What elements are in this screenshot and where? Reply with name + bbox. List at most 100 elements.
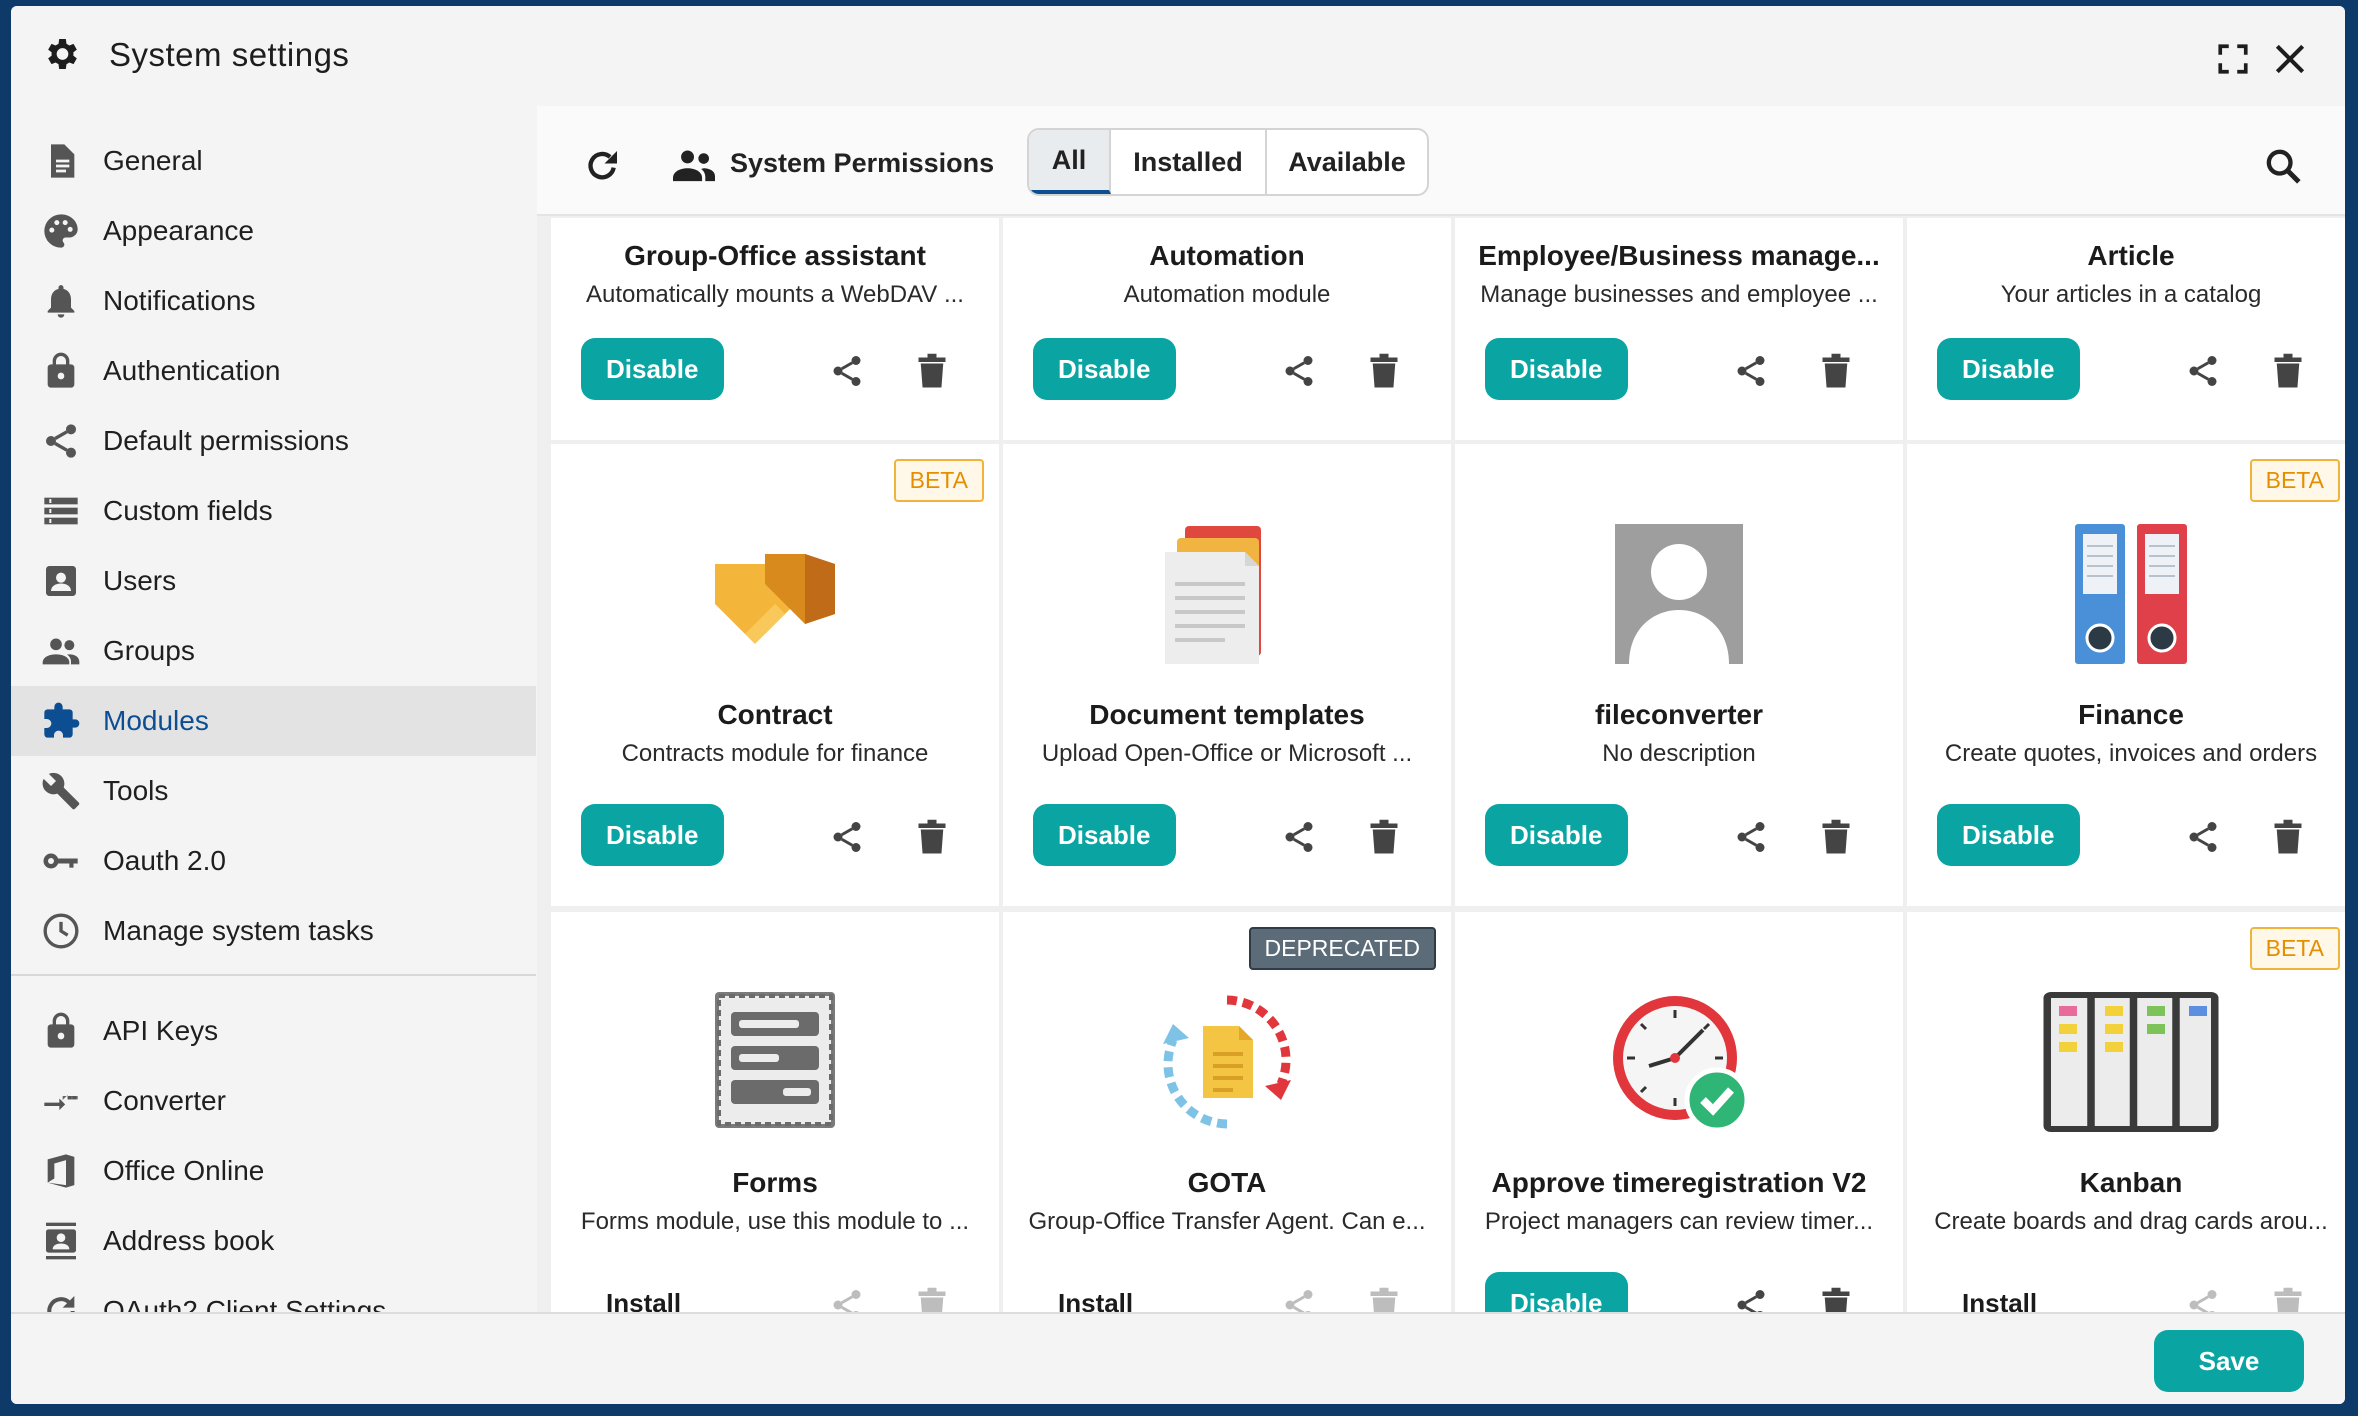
tab-installed[interactable]: Installed [1111,130,1267,194]
install-button[interactable]: Install [1937,1272,2062,1313]
trash-icon[interactable] [1369,353,1399,389]
sidebar-item-general[interactable]: General [11,126,536,196]
trash-icon[interactable] [1369,819,1399,855]
sidebar-item-oauth2-client[interactable]: OAuth2 Client Settings [11,1276,536,1312]
beta-badge: BETA [2249,927,2340,970]
disable-button[interactable]: Disable [581,804,724,866]
sidebar-item-tools[interactable]: Tools [11,756,536,826]
module-title: Article [2087,240,2175,271]
tab-all[interactable]: All [1029,130,1111,194]
sidebar-item-notifications[interactable]: Notifications [11,266,536,336]
sidebar-item-default-permissions[interactable]: Default permissions [11,406,536,476]
share-icon [1285,1290,1313,1312]
sidebar-item-office-online[interactable]: Office Online [11,1136,536,1206]
list-icon [44,497,78,525]
module-filter-tabs: All Installed Available [1027,128,1429,196]
refresh-icon[interactable] [582,146,622,186]
module-description: Group-Office Transfer Agent. Can e... [1028,1208,1426,1235]
search-icon[interactable] [2263,146,2303,186]
install-button[interactable]: Install [1033,1272,1158,1313]
share-icon[interactable] [2185,353,2221,389]
trash-icon[interactable] [1821,353,1851,389]
sidebar: General Appearance Notifications Authent… [11,106,536,1312]
module-title: Contract [717,699,833,730]
save-button[interactable]: Save [2154,1330,2304,1392]
sidebar-item-label: Notifications [103,285,256,316]
sidebar-item-label: Address book [103,1225,275,1256]
trash-icon [1370,1287,1398,1312]
share-icon[interactable] [2185,819,2221,855]
office-icon [47,1154,75,1188]
sidebar-item-users[interactable]: Users [11,546,536,616]
module-description: Your articles in a catalog [2000,281,2262,308]
user-avatar-icon [1615,524,1743,664]
sidebar-item-appearance[interactable]: Appearance [11,196,536,266]
sidebar-item-custom-fields[interactable]: Custom fields [11,476,536,546]
puzzle-icon [44,702,80,738]
contact-book-icon [46,1222,76,1260]
sidebar-item-label: Tools [103,775,169,806]
document-stack-icon [1165,526,1261,664]
module-card: BETA Kanban Create boards and drag cards… [1907,912,2345,1312]
share-icon [833,1290,861,1312]
sidebar-item-oauth[interactable]: Oauth 2.0 [11,826,536,896]
trash-icon[interactable] [917,819,947,855]
trash-icon[interactable] [917,353,947,389]
system-permissions-button[interactable]: System Permissions [730,148,994,179]
binders-icon [2075,524,2187,664]
trash-icon[interactable] [1821,1287,1851,1312]
module-card: Group-Office assistant Automatically mou… [551,218,999,440]
refresh-icon [47,1296,75,1312]
module-description: Automatically mounts a WebDAV ... [586,281,964,308]
disable-button[interactable]: Disable [1033,804,1176,866]
disable-button[interactable]: Disable [1485,338,1628,400]
module-title: Employee/Business manage... [1478,240,1880,271]
share-icon[interactable] [1733,1287,1769,1312]
tab-available[interactable]: Available [1267,130,1427,194]
trash-icon[interactable] [2273,819,2303,855]
module-title: Approve timeregistration V2 [1491,1167,1867,1198]
module-card: Article Your articles in a catalog Disab… [1907,218,2345,440]
sidebar-item-label: Users [103,565,177,596]
sidebar-item-authentication[interactable]: Authentication [11,336,536,406]
trash-icon [2274,1287,2302,1312]
sidebar-item-api-keys[interactable]: API Keys [11,996,536,1066]
modules-panel: System Permissions All Installed Availab… [537,106,2345,1312]
fullscreen-icon[interactable] [2216,42,2250,76]
beta-badge: BETA [2249,459,2340,502]
sidebar-item-system-tasks[interactable]: Manage system tasks [11,896,536,966]
people-icon [42,638,80,665]
module-card: Approve timeregistration V2 Project mana… [1455,912,1903,1312]
module-description: Manage businesses and employee ... [1480,281,1878,308]
sidebar-item-modules[interactable]: Modules [11,686,536,756]
user-card-icon [46,566,76,596]
window-title: System settings [109,36,350,73]
share-icon[interactable] [1281,353,1317,389]
trash-icon[interactable] [2273,353,2303,389]
module-title: Finance [2078,699,2184,730]
converter-icon [44,1095,78,1111]
share-icon[interactable] [829,819,865,855]
sidebar-item-groups[interactable]: Groups [11,616,536,686]
share-icon[interactable] [1733,819,1769,855]
deprecated-badge: DEPRECATED [1248,927,1436,970]
sidebar-item-address-book[interactable]: Address book [11,1206,536,1276]
kanban-board-icon [2043,992,2219,1132]
clock-icon [43,913,79,949]
disable-button[interactable]: Disable [1033,338,1176,400]
close-icon[interactable] [2271,40,2309,78]
share-icon[interactable] [829,353,865,389]
sidebar-item-converter[interactable]: Converter [11,1066,536,1136]
disable-button[interactable]: Disable [1937,338,2080,400]
share-icon[interactable] [1281,819,1317,855]
module-title: GOTA [1187,1167,1267,1198]
disable-button[interactable]: Disable [1485,804,1628,866]
trash-icon[interactable] [1821,819,1851,855]
sidebar-item-label: API Keys [103,1015,219,1046]
disable-button[interactable]: Disable [1485,1272,1628,1312]
disable-button[interactable]: Disable [1937,804,2080,866]
people-icon[interactable] [673,148,715,182]
share-icon[interactable] [1733,353,1769,389]
install-button[interactable]: Install [581,1272,706,1313]
disable-button[interactable]: Disable [581,338,724,400]
